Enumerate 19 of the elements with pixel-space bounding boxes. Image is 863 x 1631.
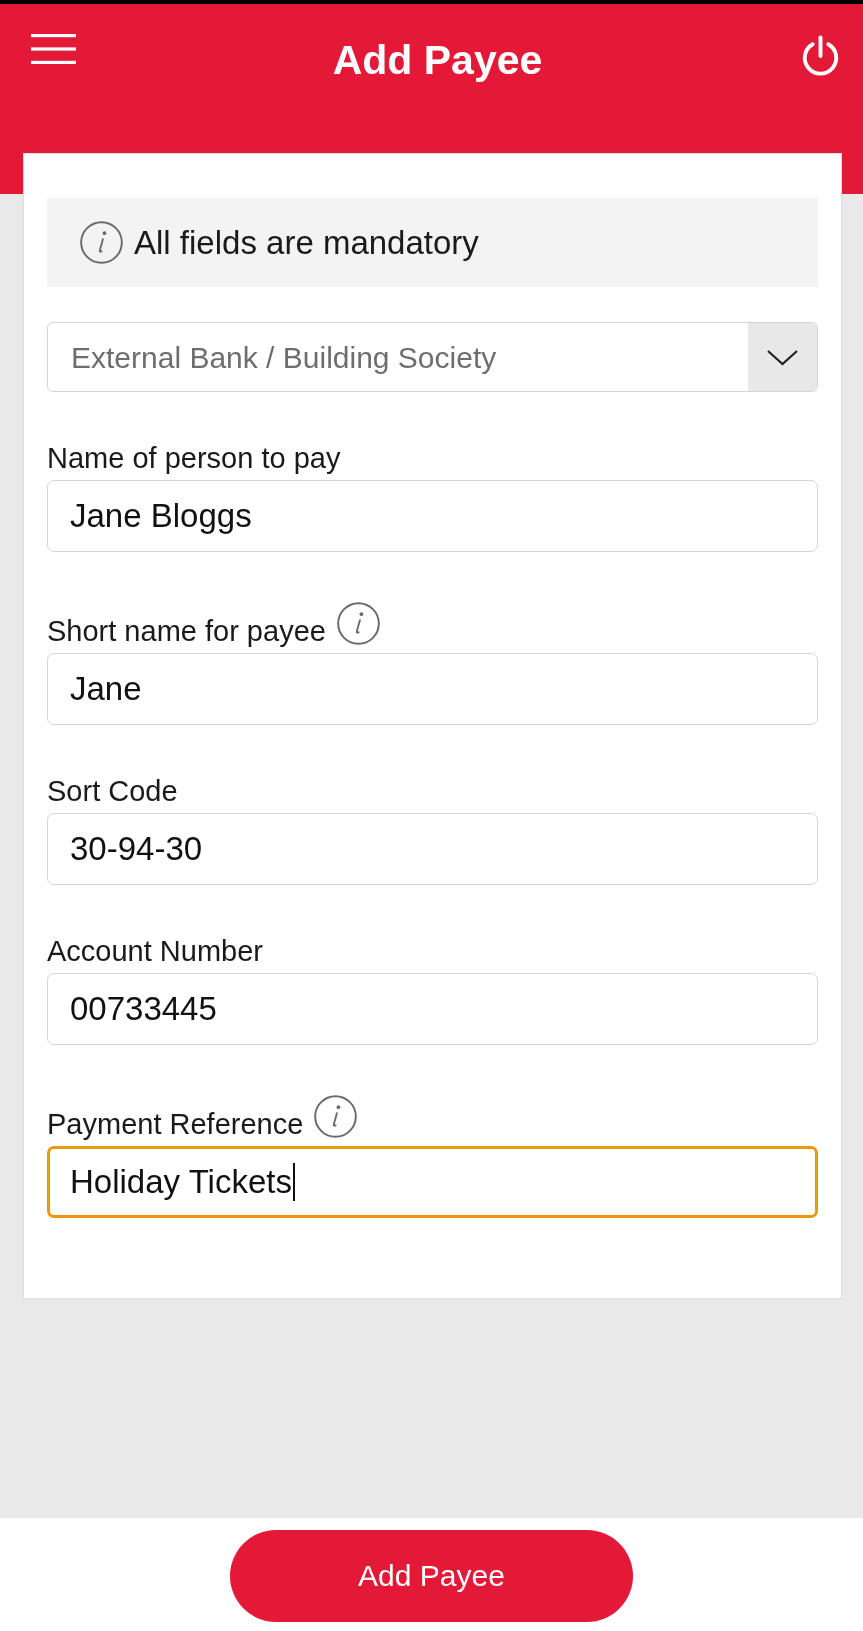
text-field[interactable]: Jane Bloggs: [47, 480, 818, 552]
page-title: Add Payee: [331, 36, 544, 85]
menu-icon[interactable]: [31, 34, 76, 64]
text-cursor-icon: [292, 1163, 295, 1201]
info-icon[interactable]: [336, 602, 380, 645]
text-field[interactable]: Jane: [47, 653, 818, 725]
field-label: Account Number: [47, 935, 263, 967]
info-icon: [80, 221, 123, 264]
field-label: Sort Code: [47, 775, 178, 807]
field-label: Payment Reference: [47, 1108, 304, 1140]
text-field[interactable]: 00733445: [47, 973, 818, 1045]
field-label: Short name for payee: [47, 615, 326, 647]
add-payee-button[interactable]: Add Payee: [230, 1530, 633, 1622]
text-field[interactable]: Holiday Tickets: [47, 1146, 818, 1218]
info-icon[interactable]: [314, 1095, 358, 1138]
payee-type-dropdown[interactable]: External Bank / Building Society: [47, 322, 818, 392]
text-field[interactable]: 30-94-30: [47, 813, 818, 885]
notice-text: All fields are mandatory: [134, 222, 479, 263]
field-label: Name of person to pay: [47, 442, 341, 474]
